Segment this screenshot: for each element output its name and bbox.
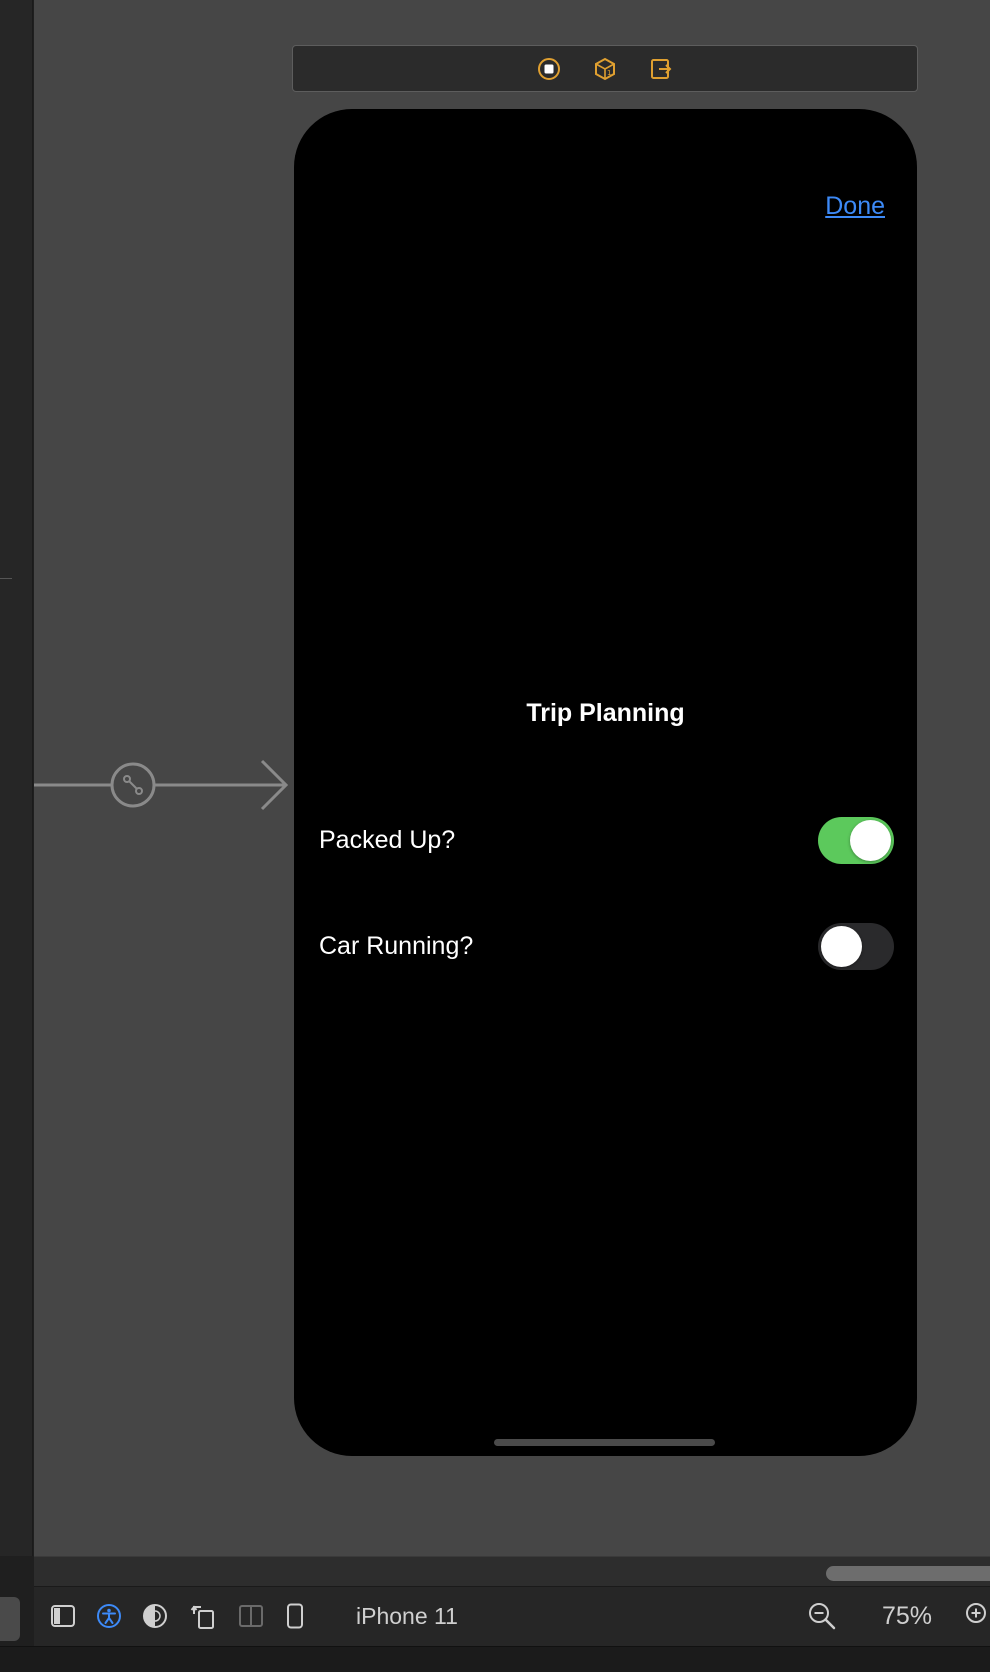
packed-up-row: Packed Up? [319, 815, 894, 865]
device-selector[interactable]: iPhone 11 [356, 1603, 458, 1630]
exit-icon[interactable] [648, 56, 674, 82]
car-running-row: Car Running? [319, 921, 894, 971]
iphone-scene: Done Trip Planning Packed Up? Car Runnin… [294, 109, 917, 1456]
device-icon[interactable] [280, 1601, 310, 1631]
home-indicator [494, 1439, 715, 1446]
left-panel-edge [0, 0, 33, 1556]
left-panel-tick [0, 578, 12, 579]
navigator-toggle-icon[interactable] [48, 1601, 78, 1631]
scene-title: Trip Planning [526, 699, 685, 727]
zoom-out-icon[interactable] [807, 1601, 837, 1631]
toggle-knob [850, 819, 891, 861]
layout-split-icon[interactable] [236, 1601, 266, 1631]
accessibility-icon[interactable] [94, 1601, 124, 1631]
view-controller-icon[interactable] [536, 56, 562, 82]
orientation-icon[interactable] [188, 1601, 218, 1631]
scene-dock: 1 [292, 45, 918, 92]
zoom-in-icon[interactable] [962, 1601, 990, 1631]
done-button[interactable]: Done [825, 192, 885, 221]
segue-arrow[interactable] [34, 755, 296, 815]
zoom-level: 75% [882, 1602, 933, 1630]
car-running-label: Car Running? [319, 931, 474, 960]
toggle-knob [821, 925, 862, 967]
status-strip [0, 1646, 990, 1672]
left-panel-handle[interactable] [0, 1597, 20, 1641]
canvas-toolbar: iPhone 11 75% [34, 1586, 990, 1646]
car-running-toggle[interactable] [818, 922, 894, 970]
horizontal-scrollbar[interactable] [34, 1556, 990, 1586]
horizontal-scrollbar-thumb[interactable] [826, 1566, 990, 1581]
packed-up-toggle[interactable] [818, 816, 894, 864]
appearance-icon[interactable] [140, 1601, 170, 1631]
packed-up-label: Packed Up? [319, 825, 456, 854]
first-responder-icon[interactable]: 1 [592, 56, 618, 82]
svg-text:1: 1 [607, 69, 611, 77]
